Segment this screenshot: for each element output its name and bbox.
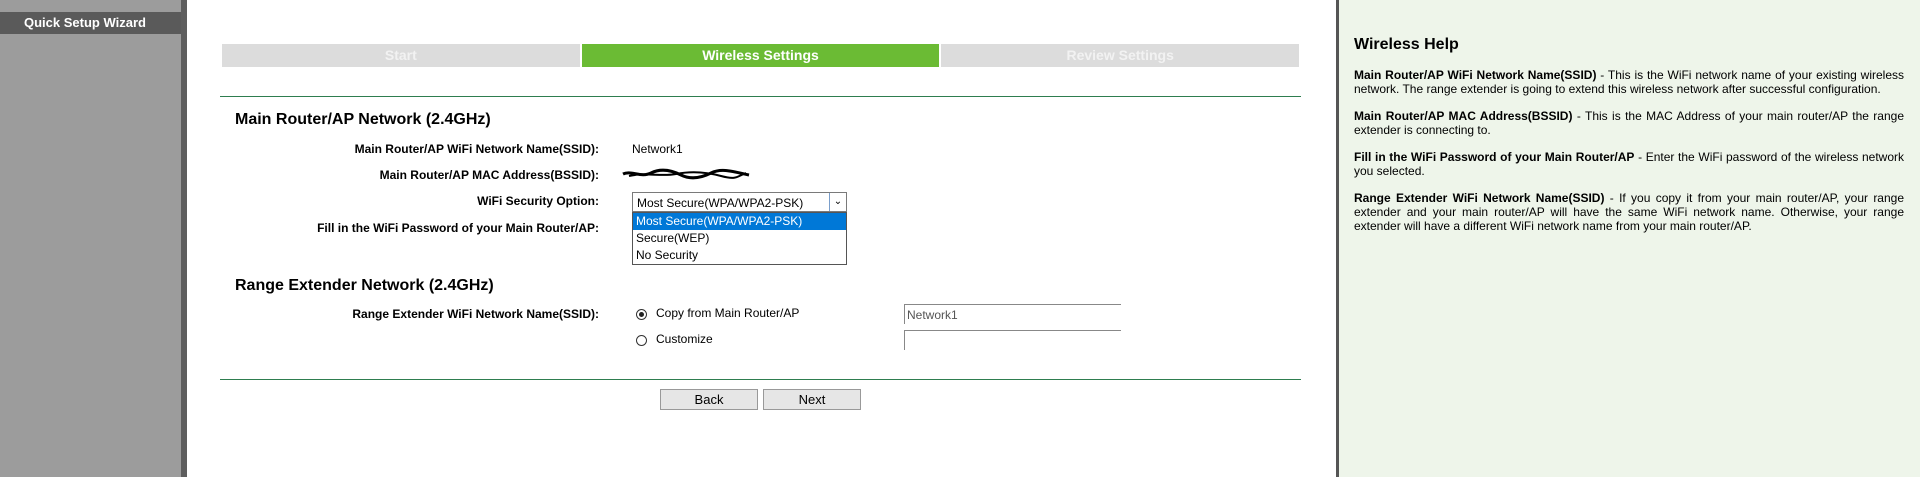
help-term: Fill in the WiFi Password of your Main R… [1354, 150, 1635, 164]
radio-customize[interactable] [636, 335, 647, 346]
radio-customize-label: Customize [656, 332, 713, 346]
step-review-settings: Review Settings [941, 44, 1300, 67]
main-ssid-value: Network1 [632, 142, 683, 156]
bottom-divider [220, 379, 1301, 380]
step-start: Start [222, 44, 580, 67]
security-label-wrap: WiFi Security Option: [187, 194, 599, 210]
help-entry: Main Router/AP MAC Address(BSSID) - This… [1354, 109, 1904, 137]
extender-ssid-label-wrap: Range Extender WiFi Network Name(SSID): [187, 307, 599, 323]
next-button[interactable]: Next [763, 389, 861, 410]
step-wireless-settings: Wireless Settings [581, 44, 940, 67]
help-title: Wireless Help [1354, 36, 1459, 53]
help-entry: Main Router/AP WiFi Network Name(SSID) -… [1354, 68, 1904, 96]
extender-network-title: Range Extender Network (2.4GHz) [235, 277, 494, 294]
extender-ssid-custom-input[interactable] [904, 330, 1121, 350]
top-divider [220, 96, 1301, 97]
extender-ssid-label: Range Extender WiFi Network Name(SSID): [352, 307, 599, 321]
password-label-wrap: Fill in the WiFi Password of your Main R… [187, 221, 599, 237]
ssid-label-wrap: Main Router/AP WiFi Network Name(SSID): [187, 142, 599, 158]
security-option-wpa[interactable]: Most Secure(WPA/WPA2-PSK) [633, 213, 846, 230]
sidebar: Quick Setup Wizard [0, 0, 181, 477]
security-option-none[interactable]: No Security [633, 247, 846, 264]
main-ssid-label: Main Router/AP WiFi Network Name(SSID): [354, 142, 599, 156]
security-option-label: WiFi Security Option: [477, 194, 599, 208]
mac-label-wrap: Main Router/AP MAC Address(BSSID): [187, 168, 599, 184]
security-selected-value: Most Secure(WPA/WPA2-PSK) [637, 196, 804, 210]
chevron-down-icon[interactable]: ⌄ [829, 193, 846, 211]
main-mac-label: Main Router/AP MAC Address(BSSID): [379, 168, 599, 182]
sidebar-item-quick-setup-wizard[interactable]: Quick Setup Wizard [0, 12, 181, 34]
main-content: Start Wireless Settings Review Settings … [187, 0, 1336, 477]
help-entry: Range Extender WiFi Network Name(SSID) -… [1354, 191, 1904, 233]
help-entry: Fill in the WiFi Password of your Main R… [1354, 150, 1904, 178]
help-term: Main Router/AP MAC Address(BSSID) [1354, 109, 1573, 123]
radio-copy-label: Copy from Main Router/AP [656, 306, 800, 320]
radio-copy-from-main[interactable] [636, 309, 647, 320]
back-button[interactable]: Back [660, 389, 758, 410]
extender-ssid-copy-input[interactable] [904, 304, 1121, 324]
redacted-mac-address [622, 168, 750, 180]
main-network-title: Main Router/AP Network (2.4GHz) [235, 111, 491, 128]
help-panel: Wireless Help Main Router/AP WiFi Networ… [1339, 0, 1920, 477]
security-dropdown-list: Most Secure(WPA/WPA2-PSK) Secure(WEP) No… [632, 212, 847, 265]
help-term: Main Router/AP WiFi Network Name(SSID) [1354, 68, 1597, 82]
security-option-wep[interactable]: Secure(WEP) [633, 230, 846, 247]
password-label: Fill in the WiFi Password of your Main R… [317, 221, 599, 235]
wizard-steps: Start Wireless Settings Review Settings [222, 44, 1300, 67]
help-term: Range Extender WiFi Network Name(SSID) [1354, 191, 1605, 205]
security-option-select[interactable]: Most Secure(WPA/WPA2-PSK) ⌄ [632, 192, 847, 212]
